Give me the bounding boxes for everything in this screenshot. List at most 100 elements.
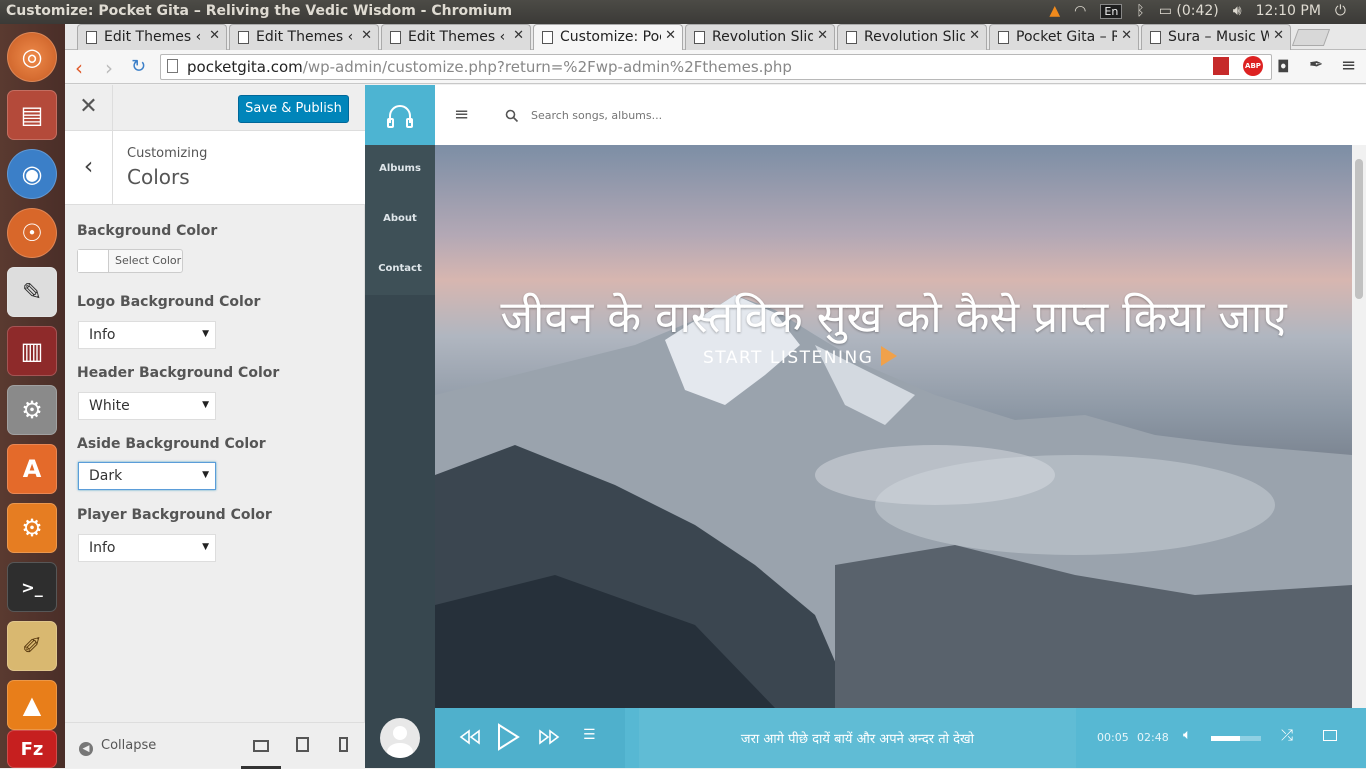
preview-mobile-button[interactable]	[323, 723, 363, 769]
battery-indicator[interactable]: ▭ (0:42)	[1159, 3, 1219, 19]
save-publish-button[interactable]: Save & Publish	[238, 95, 349, 123]
system-tray: ▲ ◠ En ᛒ ▭ (0:42) 🔊︎ 12:10 PM ⏻	[1049, 3, 1346, 19]
navigation-bar: ‹ › ↻ pocketgita.com/wp-admin/customize.…	[65, 50, 1366, 84]
document-viewer-icon[interactable]: ▥	[7, 326, 57, 376]
tab[interactable]: Edit Themes ‹ P ✕	[229, 24, 379, 50]
close-tab-icon[interactable]: ✕	[205, 28, 220, 43]
tab[interactable]: Edit Themes ‹ P ✕	[77, 24, 227, 50]
volume-icon[interactable]: 🔊︎	[1233, 3, 1242, 19]
forward-icon[interactable]: ›	[105, 56, 113, 80]
text-editor-icon[interactable]: ✎	[7, 267, 57, 317]
back-icon[interactable]: ‹	[75, 56, 83, 80]
nav-contact[interactable]: Contact	[365, 263, 435, 274]
preview-desktop-button[interactable]	[241, 723, 281, 769]
address-bar[interactable]: pocketgita.com/wp-admin/customize.php?re…	[160, 54, 1272, 80]
start-listening-link[interactable]: START LISTENING	[703, 346, 898, 368]
tab[interactable]: Revolution Slid ✕	[837, 24, 987, 50]
shuffle-icon[interactable]: ⤮	[1281, 726, 1293, 744]
close-tab-icon[interactable]: ✕	[813, 28, 828, 43]
search-input[interactable]	[531, 105, 831, 125]
logo-bg-select[interactable]: Info ▼	[78, 321, 216, 349]
user-avatar-icon	[387, 726, 413, 758]
tab[interactable]: Sura – Music W ✕	[1141, 24, 1291, 50]
track-info: जरा आगे पीछे दायें बायें और अपने अन्दर त…	[639, 708, 1076, 768]
hero-title: जीवन के वास्तविक सुख को कैसे प्राप्त किय…	[500, 292, 1287, 343]
tab-active[interactable]: Customize: Poc ✕	[533, 24, 683, 50]
close-tab-icon[interactable]: ✕	[509, 28, 524, 43]
page-icon	[694, 31, 705, 44]
volume-slider[interactable]	[1211, 736, 1261, 741]
collapse-button[interactable]: ◀ Collapse	[79, 738, 156, 756]
page-info-icon[interactable]	[167, 59, 178, 73]
notes-icon[interactable]: ✐	[7, 621, 57, 671]
search-icon[interactable]	[505, 109, 519, 123]
tab[interactable]: Edit Themes ‹ P ✕	[381, 24, 531, 50]
site-logo[interactable]	[365, 85, 435, 145]
files-icon[interactable]: ▤	[7, 90, 57, 140]
settings-icon[interactable]: ⚙	[7, 503, 57, 553]
close-customizer-button[interactable]: ✕	[65, 85, 113, 131]
page-icon	[1150, 31, 1161, 44]
mobile-icon	[338, 737, 348, 752]
vlc-tray-icon[interactable]: ▲	[1049, 3, 1060, 19]
hamburger-menu-icon[interactable]: ≡	[454, 104, 469, 125]
playlist-icon[interactable]: ☰	[583, 727, 596, 743]
fullscreen-icon[interactable]	[1323, 730, 1337, 741]
player-bg-label: Player Background Color	[77, 507, 272, 523]
new-tab-button[interactable]	[1291, 29, 1331, 46]
customizer-pane: ✕ Save & Publish ‹ Customizing Colors Ba…	[65, 85, 365, 769]
keyboard-layout-indicator[interactable]: En	[1100, 3, 1123, 19]
chromium-icon[interactable]: ◉	[7, 149, 57, 199]
wifi-icon[interactable]: ◠	[1074, 3, 1086, 19]
terminal-icon[interactable]: >_	[7, 562, 57, 612]
power-icon[interactable]: ⏻	[1335, 3, 1346, 19]
preview-scrollbar[interactable]	[1352, 145, 1366, 708]
menu-icon[interactable]: ≡	[1341, 55, 1356, 76]
player-controls: ☰	[435, 708, 625, 768]
avatar	[380, 718, 420, 758]
volume-icon[interactable]: 🔈︎	[1183, 727, 1191, 743]
firefox-icon[interactable]: ☉	[7, 208, 57, 258]
nav-about[interactable]: About	[365, 213, 435, 224]
close-tab-icon[interactable]: ✕	[965, 28, 980, 43]
close-tab-icon[interactable]: ✕	[1269, 28, 1284, 43]
page-icon	[238, 31, 249, 44]
tab[interactable]: Pocket Gita – R ✕	[989, 24, 1139, 50]
select-color-button[interactable]: Select Color	[77, 249, 183, 273]
system-top-panel: Customize: Pocket Gita – Reliving the Ve…	[0, 0, 1366, 24]
player-bg-select[interactable]: Info ▼	[78, 534, 216, 562]
header-bg-select[interactable]: White ▼	[78, 392, 216, 420]
close-tab-icon[interactable]: ✕	[357, 28, 372, 43]
page-icon	[846, 31, 857, 44]
filezilla-icon[interactable]: Fz	[7, 730, 57, 768]
rewind-icon[interactable]	[459, 729, 481, 745]
aside-bg-label: Aside Background Color	[77, 436, 266, 452]
play-icon[interactable]	[495, 723, 521, 751]
ubuntu-dash-icon[interactable]: ◎	[7, 32, 57, 82]
header-bg-label: Header Background Color	[77, 365, 280, 381]
aside-bg-select[interactable]: Dark ▼	[78, 462, 216, 490]
back-button[interactable]: ‹	[65, 131, 113, 204]
nav-albums[interactable]: Albums	[365, 163, 435, 174]
tab[interactable]: Revolution Slid ✕	[685, 24, 835, 50]
dropdown-arrow-icon: ▼	[202, 542, 209, 552]
tab-label: Revolution Slid	[864, 29, 969, 45]
bookmark-extension-icon[interactable]	[1213, 57, 1229, 75]
system-tools-icon[interactable]: ⚙	[7, 385, 57, 435]
vlc-icon[interactable]: ▲	[7, 680, 57, 730]
clock[interactable]: 12:10 PM	[1256, 3, 1321, 19]
page-icon	[86, 31, 97, 44]
software-center-icon[interactable]: A	[7, 444, 57, 494]
adblock-icon[interactable]: ABP	[1243, 56, 1263, 76]
close-tab-icon[interactable]: ✕	[1117, 28, 1132, 43]
scrollbar-thumb[interactable]	[1355, 159, 1363, 299]
close-tab-icon[interactable]: ✕	[661, 28, 676, 43]
pocket-icon[interactable]: ◘	[1277, 57, 1290, 76]
collapse-icon: ◀	[79, 742, 93, 756]
eyedropper-icon[interactable]: ✒	[1309, 55, 1323, 75]
customizer-header: ✕ Save & Publish	[65, 85, 365, 131]
bluetooth-icon[interactable]: ᛒ	[1136, 3, 1144, 19]
preview-tablet-button[interactable]	[282, 723, 322, 769]
fast-forward-icon[interactable]	[538, 729, 560, 745]
reload-icon[interactable]: ↻	[131, 56, 146, 77]
